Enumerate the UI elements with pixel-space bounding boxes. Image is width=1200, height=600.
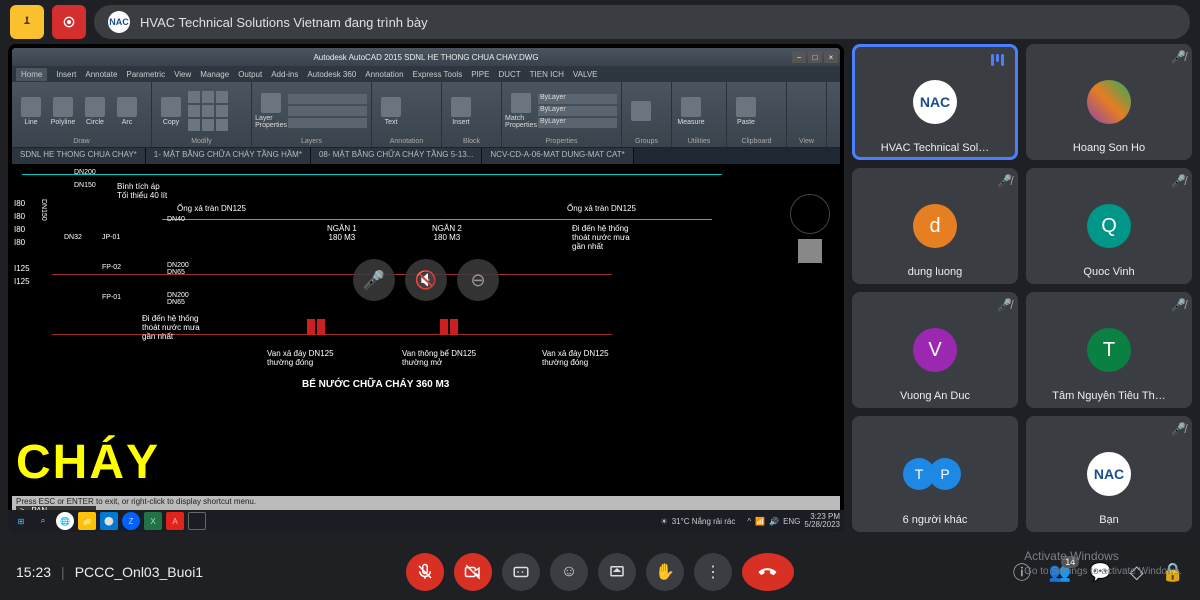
drawing-title: CHÁY bbox=[16, 435, 160, 490]
ribbon[interactable]: LinePolylineCircleArcDraw CopyModify Lay… bbox=[12, 82, 840, 148]
mic-off-icon[interactable]: 🎤 bbox=[353, 259, 395, 301]
presenter-avatar: NAC bbox=[108, 11, 130, 33]
volume-off-icon[interactable]: 🔇 bbox=[405, 259, 447, 301]
autocad-titlebar: Autodesk AutoCAD 2015 SDNL HE THONG CHUA… bbox=[12, 48, 840, 66]
drawing-canvas[interactable]: Bình tích áp Tối thiểu 40 lít Ống xả trà… bbox=[12, 164, 840, 496]
raise-hand-button[interactable]: ✋ bbox=[646, 553, 684, 591]
search-icon[interactable]: ⌕ bbox=[34, 512, 52, 530]
view-cube[interactable] bbox=[798, 239, 822, 263]
camera-button[interactable] bbox=[454, 553, 492, 591]
hangup-button[interactable] bbox=[742, 553, 794, 591]
participant-tile[interactable]: ddung luong🎤̸ bbox=[852, 168, 1018, 284]
participant-tile[interactable]: TTâm Nguyễn Tiêu Th…🎤̸ bbox=[1026, 292, 1192, 408]
shared-screen: Autodesk AutoCAD 2015 SDNL HE THONG CHUA… bbox=[8, 44, 844, 532]
participant-tile[interactable]: VVuong An Duc🎤̸ bbox=[852, 292, 1018, 408]
close-icon[interactable]: × bbox=[824, 51, 838, 63]
muted-icon: 🎤̸ bbox=[997, 174, 1012, 188]
pin-button[interactable] bbox=[10, 5, 44, 39]
remove-icon[interactable]: ⊖ bbox=[457, 259, 499, 301]
muted-icon: 🎤̸ bbox=[1171, 174, 1186, 188]
mic-button[interactable] bbox=[406, 553, 444, 591]
meeting-toolbar: 15:23 | PCCC_Onl03_Buoi1 ☺ ✋ ⋮ ⓘ 👥14 💬 ◇… bbox=[0, 544, 1200, 600]
meeting-title: PCCC_Onl03_Buoi1 bbox=[75, 564, 203, 580]
share-overlay-controls: 🎤 🔇 ⊖ bbox=[353, 259, 499, 301]
participant-tile[interactable]: QQuoc Vinh🎤̸ bbox=[1026, 168, 1192, 284]
captions-button[interactable] bbox=[502, 553, 540, 591]
muted-icon: 🎤̸ bbox=[1171, 422, 1186, 436]
reactions-button[interactable]: ☺ bbox=[550, 553, 588, 591]
ribbon-tabs[interactable]: HomeInsertAnnotateParametricViewManageOu… bbox=[12, 66, 840, 82]
presenter-banner: NAC HVAC Technical Solutions Vietnam đan… bbox=[94, 5, 1190, 39]
nav-compass[interactable] bbox=[790, 194, 830, 234]
maximize-icon[interactable]: □ bbox=[808, 51, 822, 63]
muted-icon: 🎤̸ bbox=[1171, 298, 1186, 312]
muted-icon: 🎤̸ bbox=[1171, 50, 1186, 64]
activate-windows-watermark: Activate Windows Go to Settings to activ… bbox=[1024, 549, 1182, 578]
participant-tile[interactable]: TP6 người khác bbox=[852, 416, 1018, 532]
present-button[interactable] bbox=[598, 553, 636, 591]
presenter-text: HVAC Technical Solutions Vietnam đang tr… bbox=[140, 15, 428, 30]
participant-tile[interactable]: NACBạn🎤̸ bbox=[1026, 416, 1192, 532]
participant-tile[interactable]: Hoang Son Ho🎤̸ bbox=[1026, 44, 1192, 160]
participant-tile[interactable]: NACHVAC Technical Sol… bbox=[852, 44, 1018, 160]
minimize-icon[interactable]: − bbox=[792, 51, 806, 63]
document-tabs[interactable]: SDNL HE THONG CHUA CHAY*1- MẶT BẰNG CHỮA… bbox=[12, 148, 840, 164]
muted-icon: 🎤̸ bbox=[997, 298, 1012, 312]
start-icon[interactable]: ⊞ bbox=[12, 512, 30, 530]
record-button[interactable] bbox=[52, 5, 86, 39]
more-button[interactable]: ⋮ bbox=[694, 553, 732, 591]
windows-taskbar[interactable]: ⊞ ⌕ 🌐 📁 ⚪ Z X A ☀31°C Nắng rải rác ^ 📶🔊 … bbox=[8, 510, 844, 532]
meeting-time: 15:23 bbox=[16, 564, 51, 580]
